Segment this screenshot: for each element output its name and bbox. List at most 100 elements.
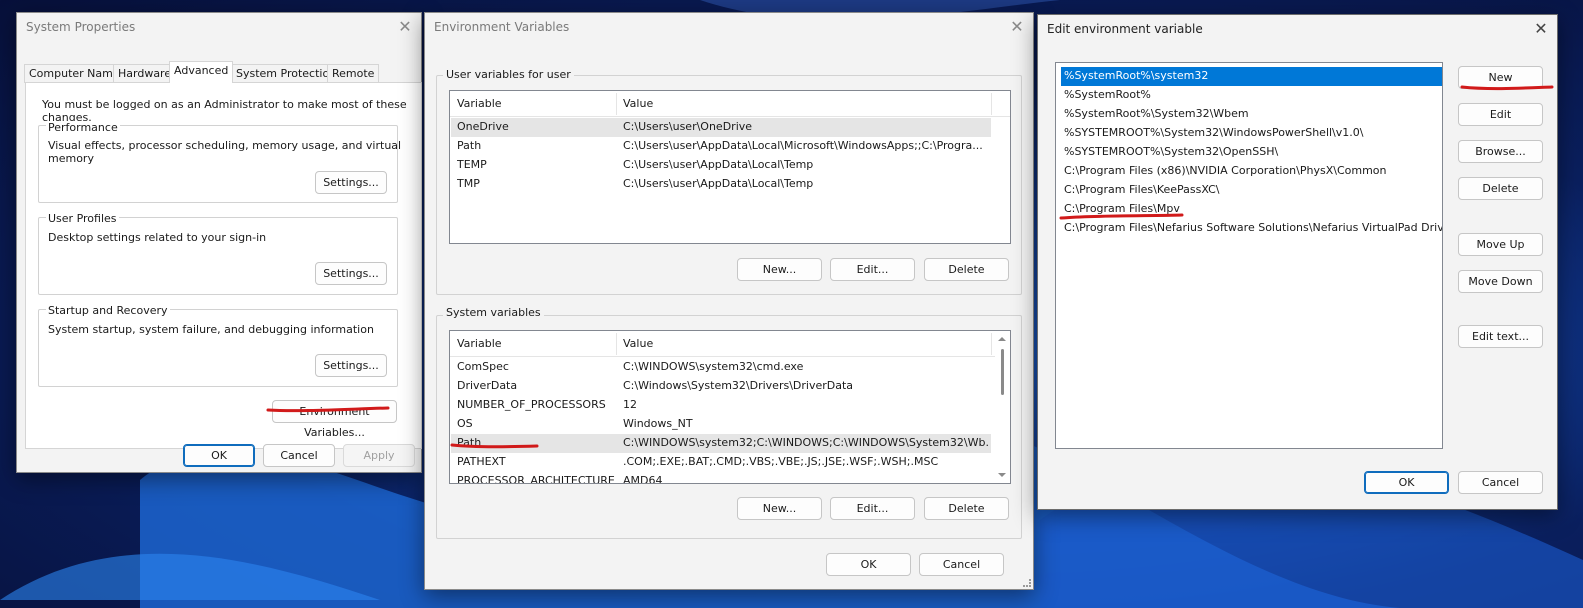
table-row[interactable]: PATHEXT .COM;.EXE;.BAT;.CMD;.VBS;.VBE;.JS… [451, 453, 991, 472]
list-item[interactable]: C:\Program Files\KeePassXC\ [1061, 181, 1442, 200]
list-header: Variable Value [450, 331, 1010, 357]
performance-description: Visual effects, processor scheduling, me… [48, 139, 402, 165]
user-delete-button[interactable]: Delete [924, 258, 1009, 281]
list-header: Variable Value [450, 91, 1010, 117]
table-row[interactable]: PROCESSOR_ARCHITECTURE AMD64 [451, 472, 991, 484]
ok-button[interactable]: OK [1364, 471, 1449, 494]
user-variables-label: User variables for user [443, 68, 574, 81]
variable-name-cell: TEMP [457, 158, 487, 171]
window-title: Edit environment variable [1047, 22, 1203, 36]
list-item[interactable]: %SystemRoot%\system32 [1061, 67, 1442, 86]
user-variables-list[interactable]: Variable Value OneDrive C:\Users\user\One… [449, 90, 1011, 244]
move-up-button[interactable]: Move Up [1458, 233, 1543, 256]
cancel-button[interactable]: Cancel [263, 444, 335, 467]
user-edit-button[interactable]: Edit... [830, 258, 915, 281]
scroll-thumb[interactable] [1001, 349, 1004, 395]
startup-recovery-settings-button[interactable]: Settings... [315, 354, 387, 377]
system-variables-scrollbar[interactable] [995, 331, 1010, 483]
user-new-button[interactable]: New... [737, 258, 822, 281]
user-profiles-label: User Profiles [46, 212, 119, 225]
variable-name-cell: ComSpec [457, 360, 509, 373]
list-item[interactable]: C:\Program Files\Nefarius Software Solut… [1061, 219, 1442, 238]
table-row[interactable]: TMP C:\Users\user\AppData\Local\Temp [451, 175, 991, 194]
ok-button[interactable]: OK [826, 553, 911, 576]
variable-value-cell: C:\Users\user\AppData\Local\Microsoft\Wi… [623, 139, 983, 152]
tab-advanced[interactable]: Advanced [169, 61, 234, 83]
variable-value-cell: AMD64 [623, 474, 663, 484]
list-item[interactable]: %SYSTEMROOT%\System32\WindowsPowerShell\… [1061, 124, 1442, 143]
startup-recovery-label: Startup and Recovery [46, 304, 170, 317]
path-entries-list[interactable]: %SystemRoot%\system32 %SystemRoot% %System… [1055, 62, 1443, 449]
delete-button[interactable]: Delete [1458, 177, 1543, 200]
variable-name-cell: Path [457, 139, 482, 152]
environment-variables-window: Environment Variables ✕ User variables f… [424, 12, 1034, 590]
list-item[interactable]: %SYSTEMROOT%\System32\OpenSSH\ [1061, 143, 1442, 162]
table-row[interactable]: DriverData C:\Windows\System32\Drivers\Dr… [451, 377, 991, 396]
cancel-button[interactable]: Cancel [919, 553, 1004, 576]
column-variable[interactable]: Variable [457, 97, 502, 110]
performance-label: Performance [46, 121, 120, 134]
table-row[interactable]: TEMP C:\Users\user\AppData\Local\Temp [451, 156, 991, 175]
resize-grip-icon[interactable] [1023, 579, 1031, 587]
edit-environment-variable-window: Edit environment variable ✕ %SystemRoot%… [1037, 14, 1558, 510]
window-title: System Properties [26, 20, 136, 34]
window-title: Environment Variables [434, 20, 570, 34]
table-row[interactable]: OS Windows_NT [451, 415, 991, 434]
close-icon[interactable]: ✕ [393, 16, 417, 38]
tab-remote[interactable]: Remote [327, 64, 380, 83]
tab-hardware[interactable]: Hardware [113, 64, 177, 83]
system-delete-button[interactable]: Delete [924, 497, 1009, 520]
scroll-down-arrow[interactable] [998, 473, 1006, 477]
table-row[interactable]: Path C:\WINDOWS\system32;C:\WINDOWS;C:\WI… [451, 434, 991, 453]
variable-name-cell: NUMBER_OF_PROCESSORS [457, 398, 606, 411]
new-button[interactable]: New [1458, 66, 1543, 89]
column-value[interactable]: Value [623, 97, 653, 110]
tab-computer-name[interactable]: Computer Name [24, 64, 125, 83]
column-value[interactable]: Value [623, 337, 653, 350]
variable-name-cell: DriverData [457, 379, 518, 392]
variable-value-cell: C:\Users\user\AppData\Local\Temp [623, 177, 814, 190]
environment-variables-button[interactable]: Environment Variables... [272, 400, 397, 439]
system-variables-label: System variables [443, 306, 544, 319]
titlebar: Environment Variables ✕ [425, 13, 1033, 43]
table-row[interactable]: NUMBER_OF_PROCESSORS 12 [451, 396, 991, 415]
system-properties-window: System Properties ✕ Computer Name Hardwa… [16, 12, 422, 473]
list-item[interactable]: C:\Program Files\Mpv [1061, 200, 1442, 219]
move-down-button[interactable]: Move Down [1458, 270, 1543, 293]
column-variable[interactable]: Variable [457, 337, 502, 350]
variable-value-cell: C:\WINDOWS\system32\cmd.exe [623, 360, 804, 373]
scroll-up-arrow[interactable] [998, 337, 1006, 341]
system-edit-button[interactable]: Edit... [830, 497, 915, 520]
list-item[interactable]: %SystemRoot% [1061, 86, 1442, 105]
tab-system-protection[interactable]: System Protection [231, 64, 342, 83]
variable-value-cell: C:\Users\user\OneDrive [623, 120, 753, 133]
edit-button[interactable]: Edit [1458, 103, 1543, 126]
list-item[interactable]: C:\Program Files (x86)\NVIDIA Corporatio… [1061, 162, 1442, 181]
variable-name-cell: PATHEXT [457, 455, 506, 468]
variable-value-cell: .COM;.EXE;.BAT;.CMD;.VBS;.VBE;.JS;.JSE;.… [623, 455, 939, 468]
titlebar: Edit environment variable ✕ [1038, 15, 1557, 45]
cancel-button[interactable]: Cancel [1458, 471, 1543, 494]
system-variables-list[interactable]: Variable Value ComSpec C:\WINDOWS\system3… [449, 330, 1011, 484]
user-profiles-description: Desktop settings related to your sign-in [48, 231, 267, 244]
browse-button[interactable]: Browse... [1458, 140, 1543, 163]
edit-text-button[interactable]: Edit text... [1458, 325, 1543, 348]
variable-value-cell: Windows_NT [623, 417, 693, 430]
ok-button[interactable]: OK [183, 444, 255, 467]
system-new-button[interactable]: New... [737, 497, 822, 520]
close-icon[interactable]: ✕ [1005, 16, 1029, 38]
variable-value-cell: C:\WINDOWS\system32;C:\WINDOWS;C:\WINDOW… [623, 436, 988, 449]
list-item[interactable]: %SystemRoot%\System32\Wbem [1061, 105, 1442, 124]
advanced-tab-panel: You must be logged on as an Administrato… [25, 82, 422, 449]
variable-name-cell: PROCESSOR_ARCHITECTURE [457, 474, 615, 484]
table-row[interactable]: Path C:\Users\user\AppData\Local\Microsof… [451, 137, 991, 156]
table-row[interactable]: OneDrive C:\Users\user\OneDrive [451, 118, 991, 137]
variable-name-cell: Path [457, 436, 482, 449]
performance-settings-button[interactable]: Settings... [315, 171, 387, 194]
apply-button: Apply [343, 444, 415, 467]
variable-name-cell: OS [457, 417, 473, 430]
table-row[interactable]: ComSpec C:\WINDOWS\system32\cmd.exe [451, 358, 991, 377]
close-icon[interactable]: ✕ [1529, 18, 1553, 40]
user-profiles-settings-button[interactable]: Settings... [315, 262, 387, 285]
variable-value-cell: 12 [623, 398, 637, 411]
